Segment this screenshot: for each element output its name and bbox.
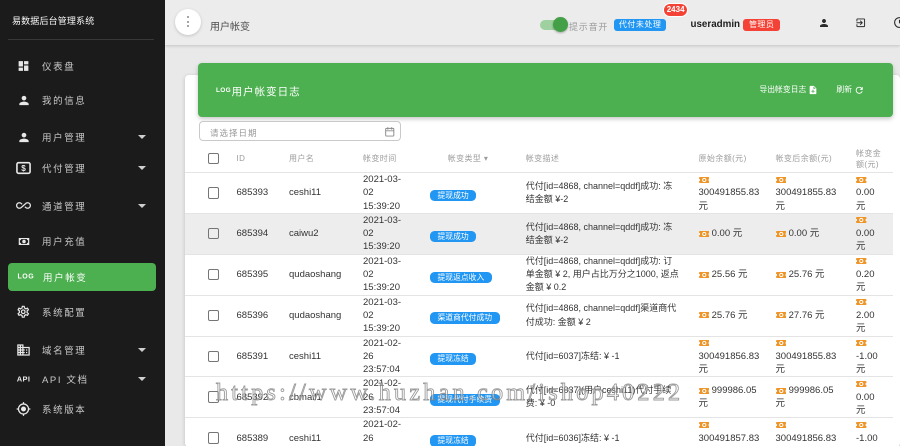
svg-text:$: $ [21,164,26,173]
